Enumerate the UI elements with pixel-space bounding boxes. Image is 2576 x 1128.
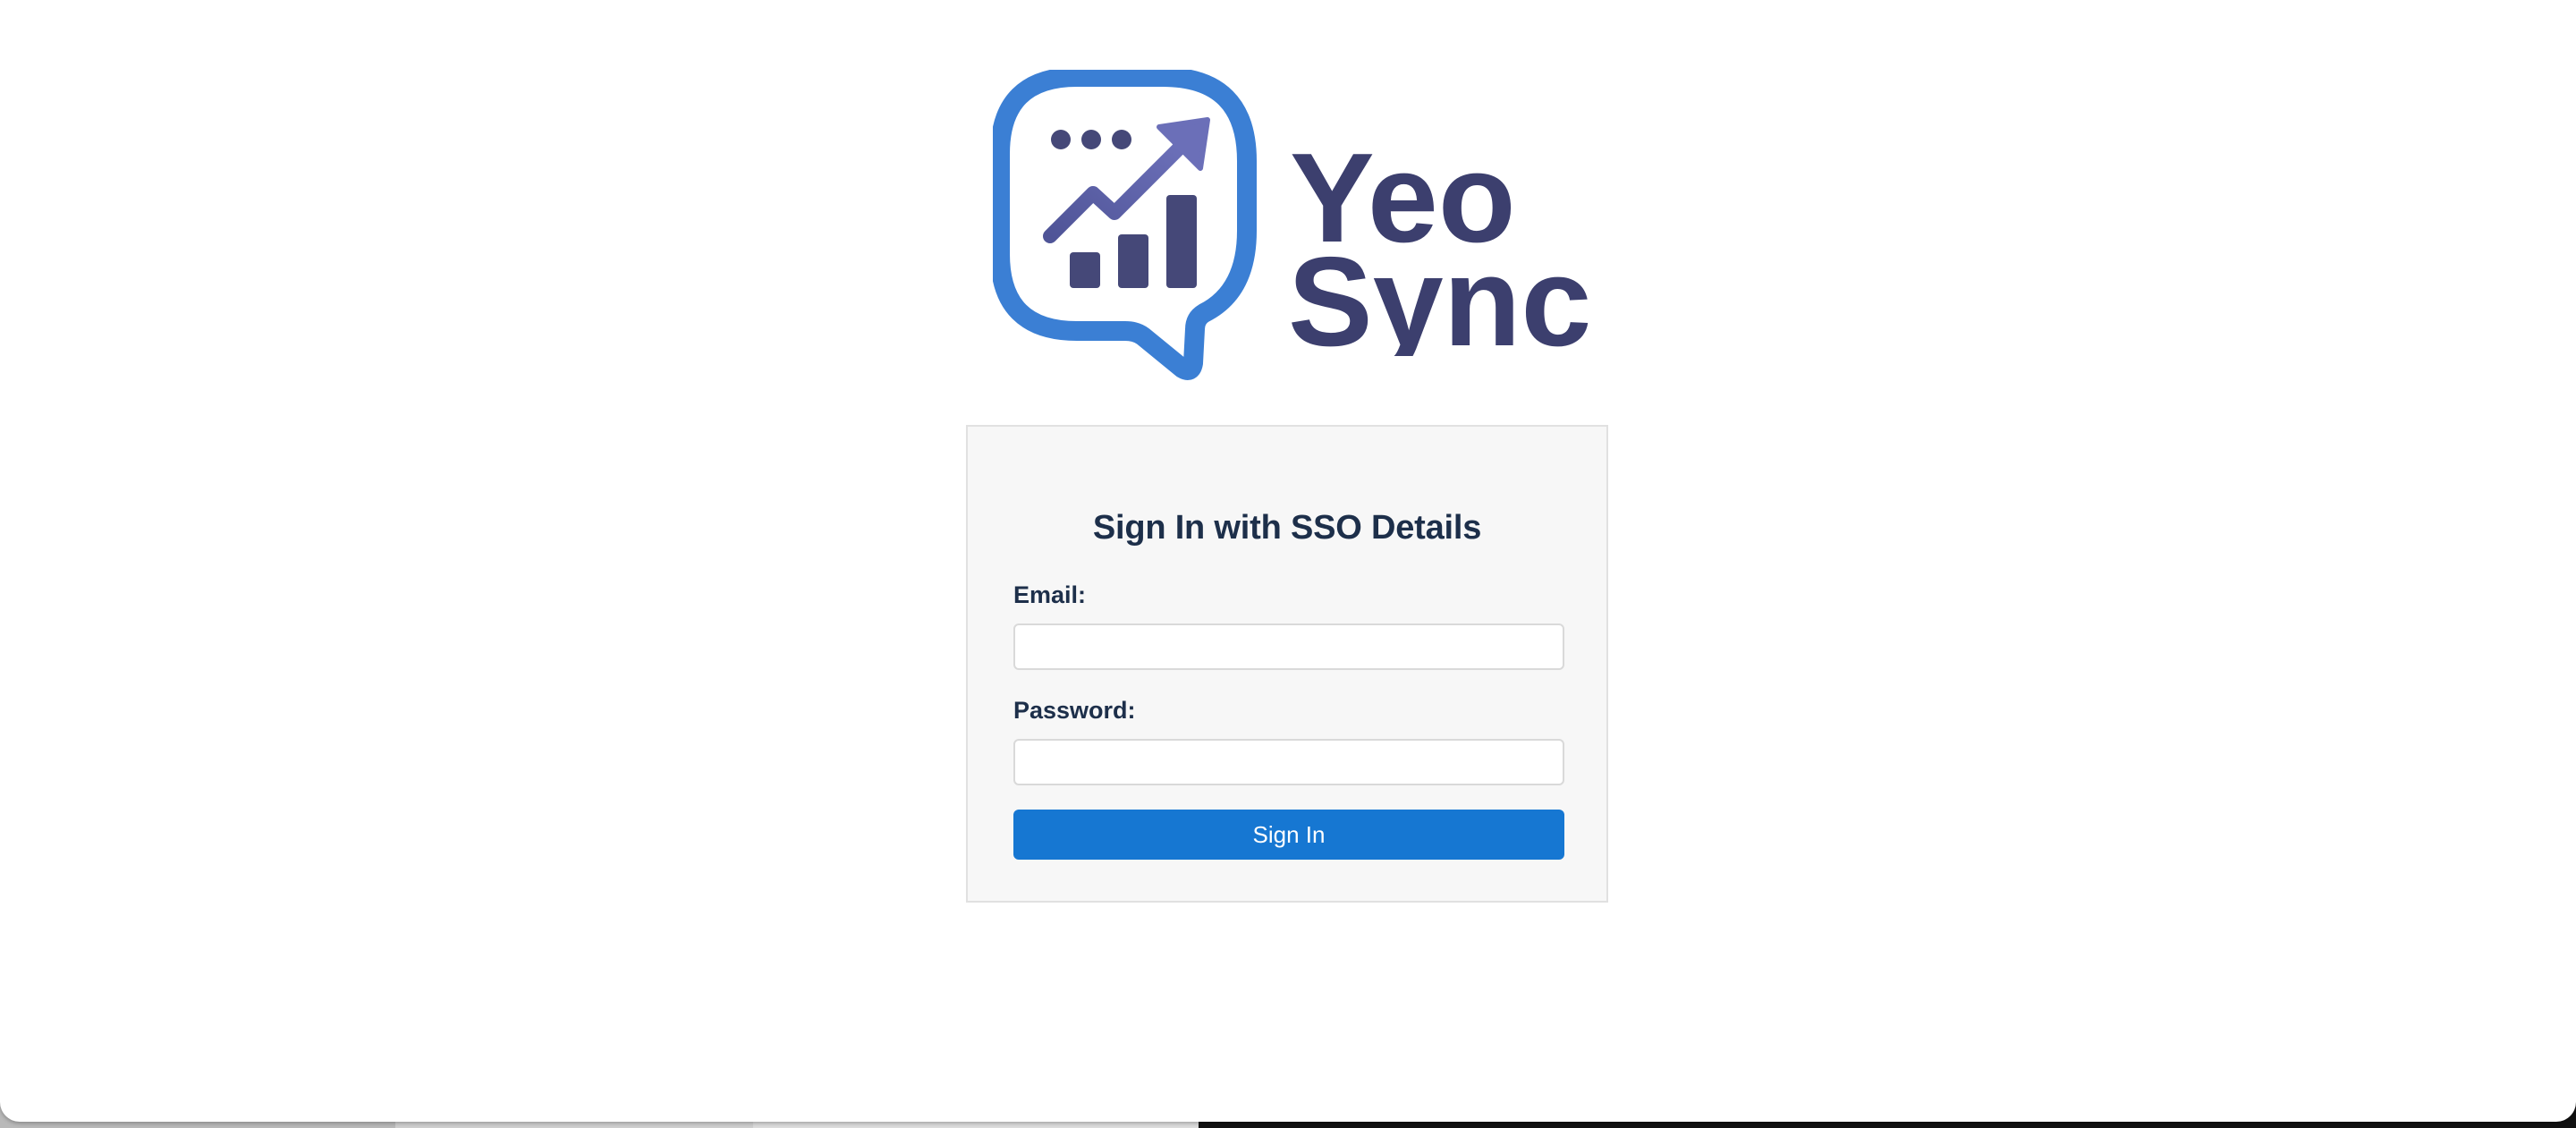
password-label: Password:: [1013, 697, 1136, 724]
login-card: Sign In with SSO Details Email: Password…: [966, 425, 1608, 903]
brand-wordmark: Yeo Sync: [1288, 127, 1601, 373]
browser-window: Yeo Sync Sign In with SSO Details Email:…: [0, 0, 2576, 1122]
password-input[interactable]: [1013, 739, 1564, 785]
email-input[interactable]: [1013, 623, 1564, 670]
login-title: Sign In with SSO Details: [1092, 509, 1482, 547]
brand-logo: Yeo Sync: [990, 67, 1601, 381]
brand-name-line2: Sync: [1288, 231, 1591, 356]
email-label: Email:: [1013, 581, 1087, 608]
chat-bubble-chart-icon: [990, 67, 1261, 381]
sign-in-button[interactable]: Sign In: [1013, 810, 1564, 860]
